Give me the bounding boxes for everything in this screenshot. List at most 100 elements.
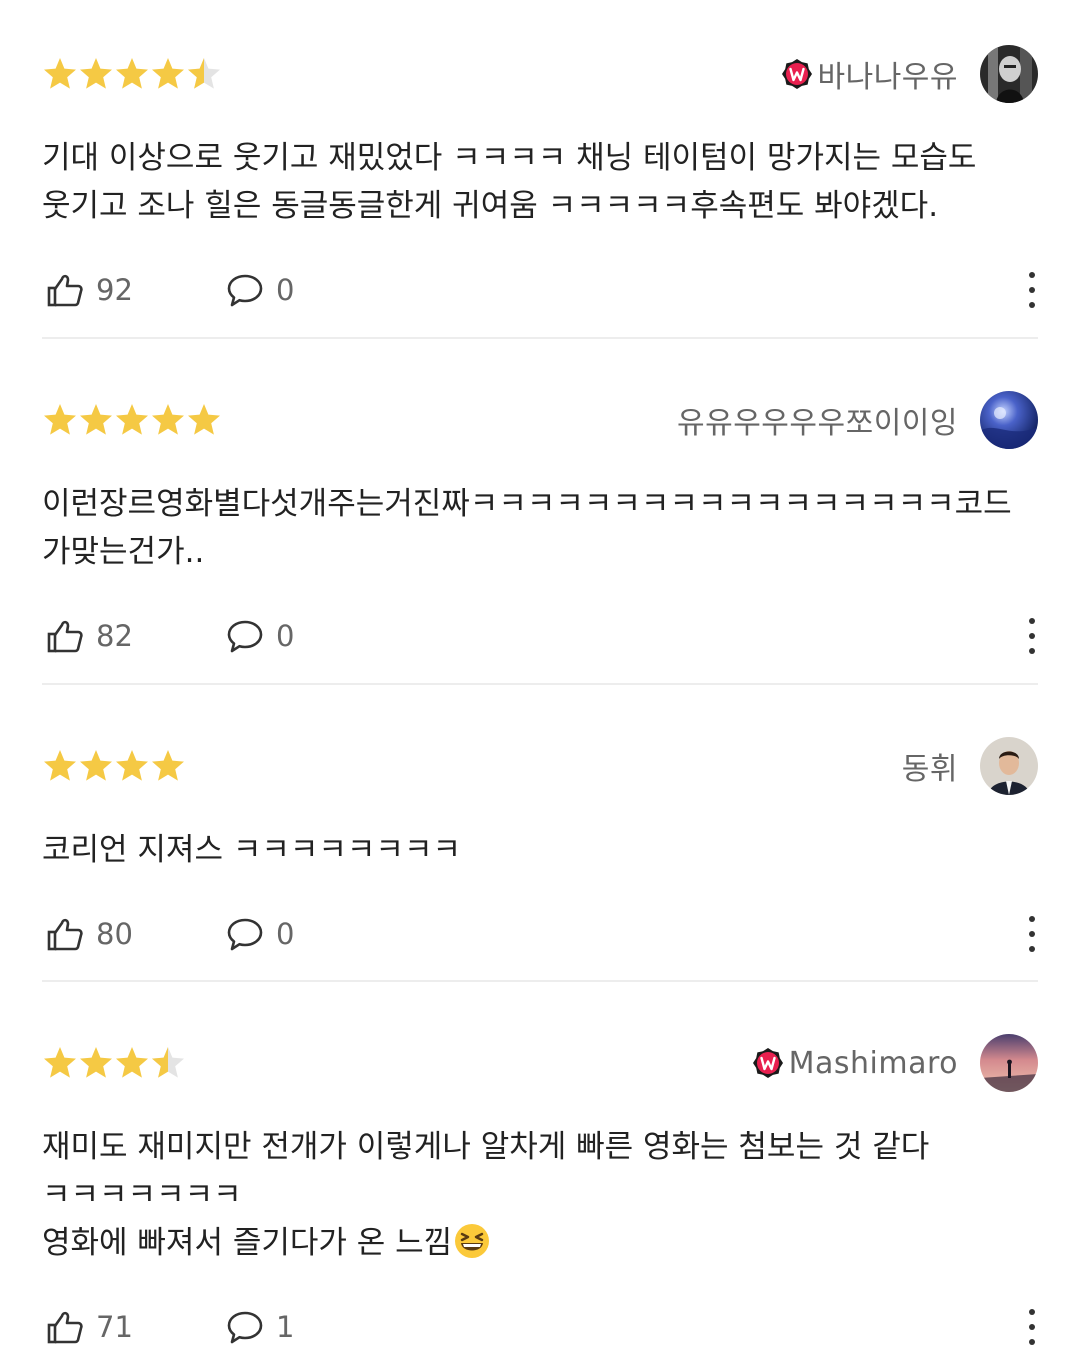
more-vertical-icon[interactable]: [1020, 618, 1044, 654]
review-footer: 80 0: [42, 904, 1038, 964]
review-text-span: 웃기고 조나 힐은 동글동글한게 귀여움 ㅋㅋㅋㅋㅋ후속편도 봐야겠다.: [42, 188, 939, 224]
speech-bubble-icon: [227, 1311, 263, 1344]
review-footer: 82 0: [42, 606, 1038, 666]
star-icon: [116, 404, 148, 435]
review-author[interactable]: Mashimaro: [752, 1033, 1038, 1093]
more-dot: [1029, 916, 1035, 922]
more-vertical-icon[interactable]: [1020, 272, 1044, 308]
more-dot: [1029, 1339, 1035, 1345]
review-text: 재미도 재미지만 전개가 이렇게나 알차게 빠른 영화는 첨보는 것 같다 ㅋㅋㅋ…: [42, 1123, 1038, 1267]
more-dot: [1029, 946, 1035, 952]
like-button[interactable]: 80: [46, 904, 133, 964]
review-text: 코리언 지져스 ㅋㅋㅋㅋㅋㅋㅋㅋ: [42, 826, 1038, 874]
more-dot: [1029, 1309, 1035, 1315]
review-text-line: 코리언 지져스 ㅋㅋㅋㅋㅋㅋㅋㅋ: [42, 826, 1038, 874]
avatar[interactable]: [980, 1034, 1038, 1092]
like-count: 82: [96, 619, 133, 653]
more-dot: [1029, 648, 1035, 654]
speech-bubble-icon: [227, 918, 263, 951]
review-text-span: 재미도 재미지만 전개가 이렇게나 알차게 빠른 영화는 첨보는 것 같다: [42, 1129, 930, 1165]
review-author[interactable]: 바나나우유: [781, 44, 1038, 104]
review-text-line: 재미도 재미지만 전개가 이렇게나 알차게 빠른 영화는 첨보는 것 같다: [42, 1123, 1038, 1171]
star-icon: [116, 750, 148, 781]
review-header: 동휘: [42, 730, 1038, 800]
review-text-line: 영화에 빠져서 즐기다가 온 느낌: [42, 1219, 1038, 1267]
review-header: 바나나우유: [42, 38, 1038, 108]
review-text-span: 코리언 지져스 ㅋㅋㅋㅋㅋㅋㅋㅋ: [42, 832, 461, 868]
more-dot: [1029, 272, 1035, 278]
review-text: 이런장르영화별다섯개주는거진짜ㅋㅋㅋㅋㅋㅋㅋㅋㅋㅋㅋㅋㅋㅋㅋㅋㅋ코드가맞는건가.…: [42, 480, 1038, 576]
thumbs-up-icon: [47, 274, 83, 307]
star-rating: [42, 402, 222, 442]
review-header: Mashimaro: [42, 1027, 1038, 1097]
more-dot: [1029, 618, 1035, 624]
like-count: 71: [96, 1310, 133, 1344]
comment-button[interactable]: 1: [226, 1297, 294, 1357]
review-divider: [42, 337, 1038, 339]
more-vertical-icon[interactable]: [1020, 1309, 1044, 1345]
like-button[interactable]: 71: [46, 1297, 133, 1357]
like-button[interactable]: 92: [46, 260, 133, 320]
review-text-span: 영화에 빠져서 즐기다가 온 느낌: [42, 1225, 453, 1261]
review-item: 동휘코리언 지져스 ㅋㅋㅋㅋㅋㅋㅋㅋ 80 0: [0, 730, 1080, 964]
avatar[interactable]: [980, 45, 1038, 103]
star-icon: [80, 750, 112, 781]
speech-bubble-icon: [227, 274, 263, 307]
more-dot: [1029, 287, 1035, 293]
star-icon: [188, 404, 220, 435]
star-icon: [188, 58, 220, 89]
review-divider: [42, 683, 1038, 685]
speech-bubble-icon: [227, 620, 263, 653]
thumbs-up-icon: [47, 620, 83, 653]
review-text-line: 가맞는건가..: [42, 528, 1038, 576]
star-icon: [44, 750, 76, 781]
star-icon: [44, 1047, 76, 1078]
like-count: 92: [96, 273, 133, 307]
star-rating: [42, 748, 186, 788]
review-author[interactable]: 동휘: [902, 736, 1038, 796]
more-dot: [1029, 302, 1035, 308]
review-item: 바나나우유기대 이상으로 웃기고 재밌었다 ㅋㅋㅋㅋ 채닝 테이텀이 망가지는 …: [0, 38, 1080, 320]
comment-count: 1: [276, 1310, 295, 1344]
comment-count: 0: [276, 273, 295, 307]
author-nickname[interactable]: 동휘: [902, 744, 958, 788]
comment-button[interactable]: 0: [226, 260, 294, 320]
star-rating: [42, 1045, 186, 1085]
star-icon: [44, 404, 76, 435]
review-text-span: ㅋㅋㅋㅋㅋㅋㅋ: [42, 1177, 242, 1213]
review-text-line: 기대 이상으로 웃기고 재밌었다 ㅋㅋㅋㅋ 채닝 테이텀이 망가지는 모습도: [42, 134, 1038, 182]
comment-button[interactable]: 0: [226, 606, 294, 666]
review-text-line: 이런장르영화별다섯개주는거진짜ㅋㅋㅋㅋㅋㅋㅋㅋㅋㅋㅋㅋㅋㅋㅋㅋㅋ코드: [42, 480, 1038, 528]
review-text-span: 기대 이상으로 웃기고 재밌었다 ㅋㅋㅋㅋ 채닝 테이텀이 망가지는 모습도: [42, 140, 977, 176]
star-icon: [152, 58, 184, 89]
more-dot: [1029, 633, 1035, 639]
review-header: 유유우우우우쪼이이잉: [42, 384, 1038, 454]
star-icon: [80, 1047, 112, 1078]
w-badge-icon: [781, 59, 812, 89]
review-text: 기대 이상으로 웃기고 재밌었다 ㅋㅋㅋㅋ 채닝 테이텀이 망가지는 모습도웃기…: [42, 134, 1038, 230]
comment-count: 0: [276, 619, 295, 653]
more-vertical-icon[interactable]: [1020, 916, 1044, 952]
review-footer: 92 0: [42, 260, 1038, 320]
star-icon: [80, 58, 112, 89]
grinning-squinting-face-emoji: [455, 1224, 490, 1258]
review-text-span: 가맞는건가..: [42, 534, 205, 570]
author-nickname[interactable]: 유유우우우우쪼이이잉: [677, 398, 958, 442]
review-author[interactable]: 유유우우우우쪼이이잉: [677, 390, 1038, 450]
like-button[interactable]: 82: [46, 606, 133, 666]
review-item: Mashimaro 재미도 재미지만 전개가 이렇게나 알차게 빠른 영화는 첨보…: [0, 1027, 1080, 1357]
star-rating: [42, 56, 222, 96]
avatar[interactable]: [980, 737, 1038, 795]
comment-count: 0: [276, 917, 295, 951]
author-nickname[interactable]: 바나나우유: [818, 52, 959, 96]
more-dot: [1029, 931, 1035, 937]
w-badge-icon: [752, 1048, 783, 1078]
author-nickname[interactable]: Mashimaro: [789, 1046, 958, 1081]
review-text-line: 웃기고 조나 힐은 동글동글한게 귀여움 ㅋㅋㅋㅋㅋ후속편도 봐야겠다.: [42, 182, 1038, 230]
star-icon: [116, 1047, 148, 1078]
comment-button[interactable]: 0: [226, 904, 294, 964]
thumbs-up-icon: [47, 1311, 83, 1344]
star-icon: [116, 58, 148, 89]
avatar[interactable]: [980, 391, 1038, 449]
more-dot: [1029, 1324, 1035, 1330]
